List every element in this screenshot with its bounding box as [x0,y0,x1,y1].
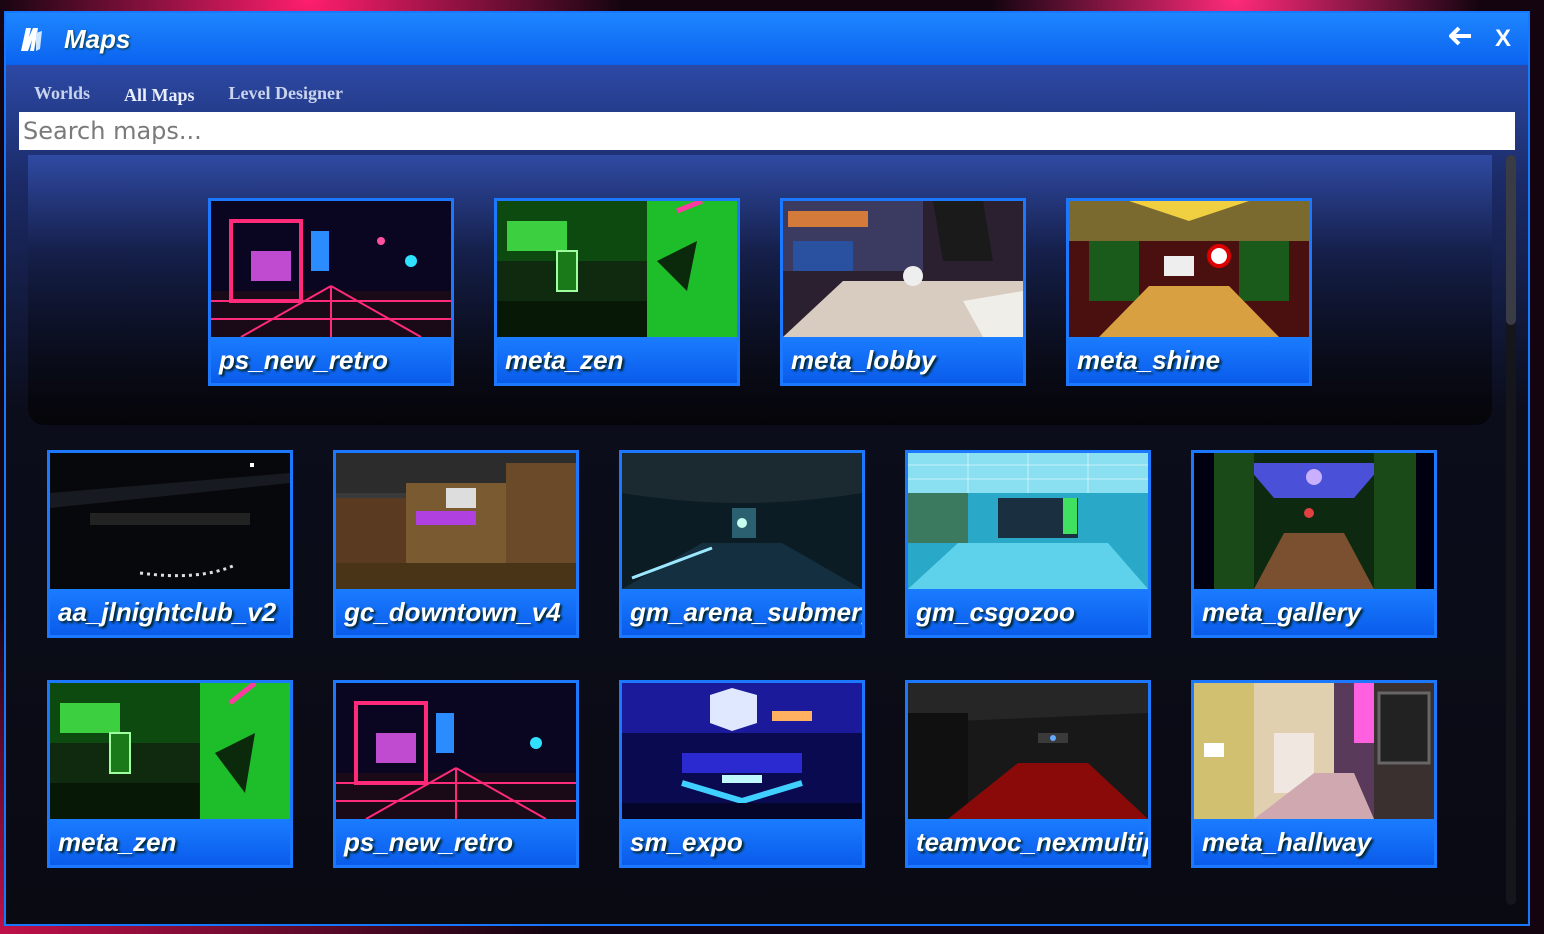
gmod-logo-icon [16,24,46,54]
map-card[interactable]: meta_zen [47,680,293,868]
maps-window: Maps X Worlds All Maps Level Designer Se… [4,11,1530,926]
map-name: sm_expo [622,819,862,865]
tab-bar: Worlds All Maps Level Designer [34,83,343,106]
scrollbar[interactable] [1506,155,1516,905]
map-thumbnail [908,683,1148,819]
map-name: meta_shine [1069,337,1309,383]
map-card[interactable]: teamvoc_nexmultiplayer [905,680,1151,868]
map-name: meta_zen [50,819,290,865]
map-card-featured[interactable]: meta_zen [494,198,740,386]
map-card[interactable]: gc_downtown_v4 [333,450,579,638]
title-bar: Maps X [6,13,1528,65]
map-name: gm_arena_submerged [622,589,862,635]
map-thumbnail [211,201,451,337]
map-thumbnail [908,453,1148,589]
map-thumbnail [50,453,290,589]
map-thumbnail [497,201,737,337]
left-arrow-icon [1448,26,1471,46]
map-thumbnail [336,683,576,819]
map-card[interactable]: aa_jlnightclub_v2 [47,450,293,638]
scrollbar-thumb[interactable] [1506,155,1516,325]
map-card-featured[interactable]: ps_new_retro [208,198,454,386]
map-card[interactable]: meta_hallway [1191,680,1437,868]
map-thumbnail [1194,453,1434,589]
map-card-featured[interactable]: meta_shine [1066,198,1312,386]
map-name: ps_new_retro [211,337,451,383]
map-thumbnail [622,683,862,819]
map-card[interactable]: sm_expo [619,680,865,868]
map-name: gc_downtown_v4 [336,589,576,635]
map-thumbnail [50,683,290,819]
map-name: aa_jlnightclub_v2 [50,589,290,635]
map-card[interactable]: meta_gallery [1191,450,1437,638]
map-name: teamvoc_nexmultiplayer [908,819,1148,865]
back-button[interactable] [1448,25,1474,53]
map-card[interactable]: gm_arena_submerged [619,450,865,638]
map-thumbnail [1069,201,1309,337]
map-name: meta_zen [497,337,737,383]
map-thumbnail [622,453,862,589]
map-name: meta_hallway [1194,819,1434,865]
tab-worlds[interactable]: Worlds [34,83,90,106]
close-button[interactable]: X [1490,25,1516,53]
map-card-featured[interactable]: meta_lobby [780,198,1026,386]
tab-level-designer[interactable]: Level Designer [229,83,343,106]
map-card[interactable]: gm_csgozoo [905,450,1151,638]
map-name: gm_csgozoo [908,589,1148,635]
window-title: Maps [64,23,131,54]
map-name: meta_gallery [1194,589,1434,635]
map-name: ps_new_retro [336,819,576,865]
map-thumbnail [1194,683,1434,819]
map-card[interactable]: ps_new_retro [333,680,579,868]
map-thumbnail [783,201,1023,337]
maps-content: Worlds All Maps Level Designer Search ma… [6,65,1528,924]
search-input[interactable] [19,112,1515,150]
tab-all-maps[interactable]: All Maps [124,85,195,106]
map-thumbnail [336,453,576,589]
map-name: meta_lobby [783,337,1023,383]
